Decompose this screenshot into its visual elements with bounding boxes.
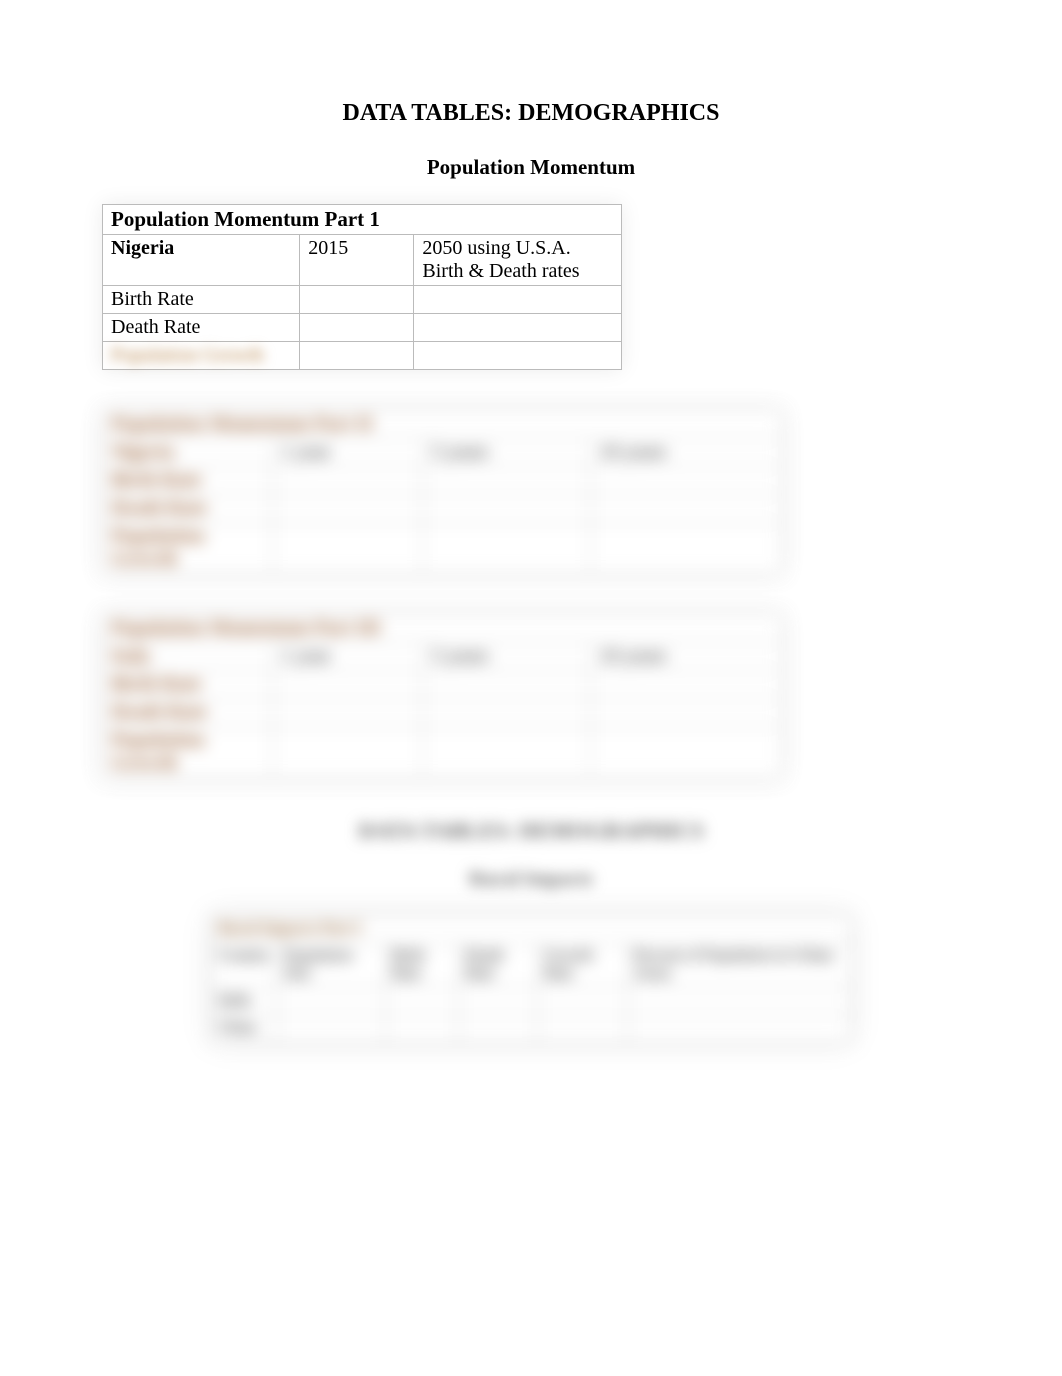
table-row: Death Rate — [103, 314, 622, 342]
cell — [414, 286, 622, 314]
page-title: DATA TABLES: DEMOGRAPHICS — [90, 100, 972, 127]
table2b-country: Italy — [103, 643, 273, 671]
table1-title: Population Momentum Part 1 — [103, 205, 622, 235]
table1-col-2050: 2050 using U.S.A. Birth & Death rates — [414, 235, 622, 286]
cell — [300, 314, 414, 342]
table2a-country: Nigeria — [103, 439, 273, 467]
table-row: Population Growth — [103, 523, 782, 574]
section2-title: DATA TABLES: DEMOGRAPHICS — [90, 818, 972, 844]
cell — [414, 314, 622, 342]
blurred-table-rural: Rural Impacts Part I Country Population … — [211, 915, 851, 1042]
col-header: 10 years — [591, 439, 782, 467]
table-row: China — [212, 1015, 851, 1042]
table-row: Death Rate — [103, 699, 782, 727]
col-header: 1 year — [273, 439, 423, 467]
table1-country-header: Nigeria — [103, 235, 300, 286]
blurred-table-part3: Population Momentum Part III Italy 1 yea… — [102, 614, 972, 778]
table1-col-2015: 2015 — [300, 235, 414, 286]
col-header: 10 years — [591, 643, 782, 671]
table2a-title: Population Momentum Part II — [103, 411, 782, 439]
table-row: Population Growth — [103, 342, 622, 370]
col-header: 5 years — [423, 643, 591, 671]
page-subtitle: Population Momentum — [90, 155, 972, 180]
section2-sub: Rural Impacts — [90, 868, 972, 891]
row-label: Death Rate — [103, 314, 300, 342]
cell — [300, 286, 414, 314]
cell — [300, 342, 414, 370]
table-row: Population Growth — [103, 727, 782, 778]
row-label: Birth Rate — [103, 286, 300, 314]
cell — [414, 342, 622, 370]
table-population-momentum-part1: Population Momentum Part 1 Nigeria 2015 … — [102, 204, 622, 370]
table3-title: Rural Impacts Part I — [212, 916, 851, 943]
table-row: India — [212, 988, 851, 1015]
table-row: Death Rate — [103, 495, 782, 523]
table-row: Birth Rate — [103, 467, 782, 495]
table2b-title: Population Momentum Part III — [103, 615, 782, 643]
table-row: Birth Rate — [103, 286, 622, 314]
col-header: 5 years — [423, 439, 591, 467]
blurred-table-part2: Population Momentum Part II Nigeria 1 ye… — [102, 410, 972, 574]
row-label: Population Growth — [103, 342, 300, 370]
table-row: Country Population Size Birth Rate Death… — [212, 943, 851, 988]
col-header: 1 year — [273, 643, 423, 671]
table-row: Birth Rate — [103, 671, 782, 699]
